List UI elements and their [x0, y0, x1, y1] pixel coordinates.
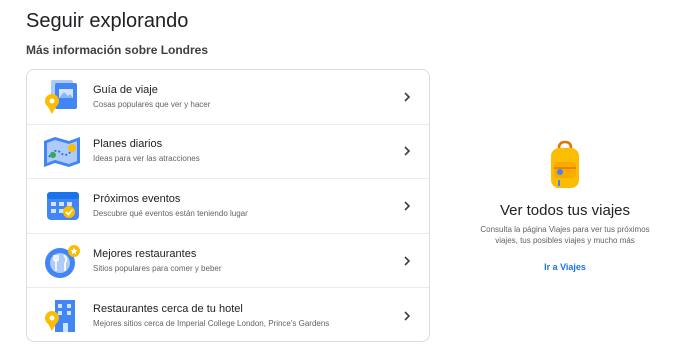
- list-item-restaurants-near-hotel[interactable]: Restaurantes cerca de tu hotel Mejores s…: [27, 288, 429, 341]
- list-item-title: Mejores restaurantes: [93, 247, 197, 260]
- list-item-upcoming-events[interactable]: Próximos eventos Descubre qué eventos es…: [27, 179, 429, 234]
- list-item-subtitle: Sitios populares para comer y beber: [93, 263, 222, 273]
- chevron-right-icon: [401, 91, 413, 103]
- section-title: Más información sobre Londres: [26, 43, 209, 57]
- calendar-icon: [41, 186, 83, 226]
- trips-description-line: Consulta la página Viajes para ver tus p…: [480, 225, 650, 234]
- list-item-best-restaurants[interactable]: Mejores restaurantes Sitios populares pa…: [27, 234, 429, 289]
- list-item-subtitle: Mejores sitios cerca de Imperial College…: [93, 318, 330, 328]
- trips-title: Ver todos tus viajes: [499, 202, 631, 219]
- list-item-daily-plans[interactable]: Planes diarios Ideas para ver las atracc…: [27, 125, 429, 180]
- page-title: Seguir explorando: [26, 10, 189, 32]
- backpack-icon: [542, 140, 588, 190]
- list-item-travel-guide[interactable]: Guía de viaje Cosas populares que ver y …: [27, 70, 429, 125]
- hotel-icon: [41, 296, 83, 336]
- chevron-right-icon: [401, 255, 413, 267]
- trips-description-line: viajes, tus posibles viajes y mucho más: [495, 236, 635, 245]
- go-to-trips-link[interactable]: Ir a Viajes: [544, 262, 586, 272]
- list-item-subtitle: Descubre qué eventos están teniendo luga…: [93, 208, 248, 218]
- list-item-subtitle: Cosas populares que ver y hacer: [93, 99, 211, 109]
- explore-list-card: Guía de viaje Cosas populares que ver y …: [26, 69, 430, 342]
- chevron-right-icon: [401, 310, 413, 322]
- list-item-title: Planes diarios: [93, 138, 163, 151]
- trips-panel: Ver todos tus viajes Consulta la página …: [440, 140, 690, 275]
- list-item-title: Restaurantes cerca de tu hotel: [93, 302, 243, 315]
- list-item-title: Próximos eventos: [93, 192, 181, 205]
- trips-description: Consulta la página Viajes para ver tus p…: [440, 224, 690, 246]
- restaurant-icon: [41, 241, 83, 281]
- list-item-subtitle: Ideas para ver las atracciones: [93, 154, 200, 164]
- chevron-right-icon: [401, 145, 413, 157]
- map-icon: [41, 131, 83, 171]
- chevron-right-icon: [401, 200, 413, 212]
- travel-guide-icon: [41, 77, 83, 117]
- list-item-title: Guía de viaje: [93, 83, 158, 96]
